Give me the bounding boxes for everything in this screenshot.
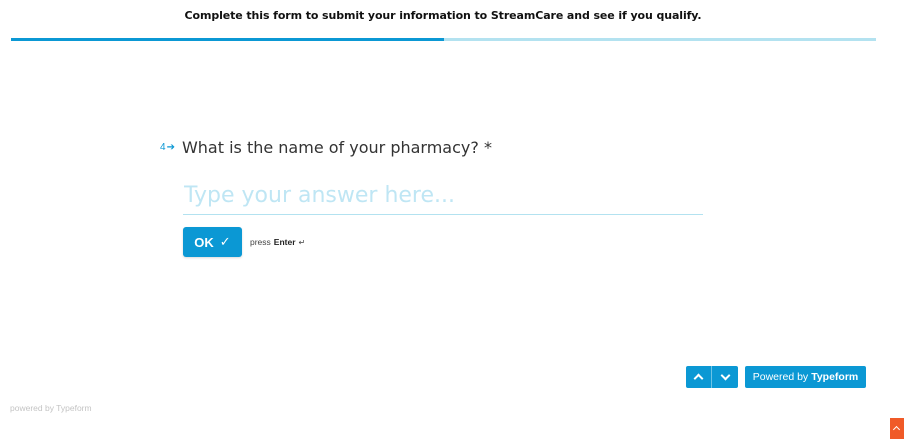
- progress-bar: [11, 38, 876, 41]
- corner-widget-button[interactable]: [890, 418, 904, 439]
- press-hint-key: Enter: [273, 237, 296, 247]
- progress-bar-fill: [11, 38, 444, 41]
- form-header-text: Complete this form to submit your inform…: [184, 9, 702, 22]
- powered-by-brand: Typeform: [811, 371, 859, 383]
- check-icon: ✓: [219, 234, 231, 249]
- question-number: 4 ➔: [160, 142, 175, 153]
- ok-button[interactable]: OK ✓: [183, 227, 242, 257]
- question-text: What is the name of your pharmacy? *: [181, 138, 492, 157]
- next-question-button[interactable]: [712, 366, 738, 388]
- question-row: 4 ➔ What is the name of your pharmacy? *: [160, 138, 492, 157]
- footer-powered-by-text: powered by Typeform: [10, 403, 92, 413]
- previous-question-button[interactable]: [686, 366, 712, 388]
- question-number-value: 4: [160, 142, 166, 153]
- enter-key-icon: ↵: [298, 237, 306, 247]
- chevron-up-icon: [693, 373, 704, 384]
- ok-button-label: OK: [194, 234, 214, 250]
- question-navigation: [686, 366, 738, 388]
- powered-by-prefix: Powered by: [752, 371, 809, 383]
- typeform-page: Complete this form to submit your inform…: [0, 0, 904, 439]
- powered-by-typeform-button[interactable]: Powered by Typeform: [745, 366, 866, 388]
- press-enter-hint: press Enter ↵: [250, 237, 305, 247]
- chevron-down-icon: [720, 370, 730, 381]
- chevron-up-icon: [892, 425, 901, 434]
- answer-input[interactable]: [183, 182, 703, 215]
- arrow-right-icon: ➔: [166, 142, 175, 153]
- press-hint-prefix: press: [250, 237, 271, 247]
